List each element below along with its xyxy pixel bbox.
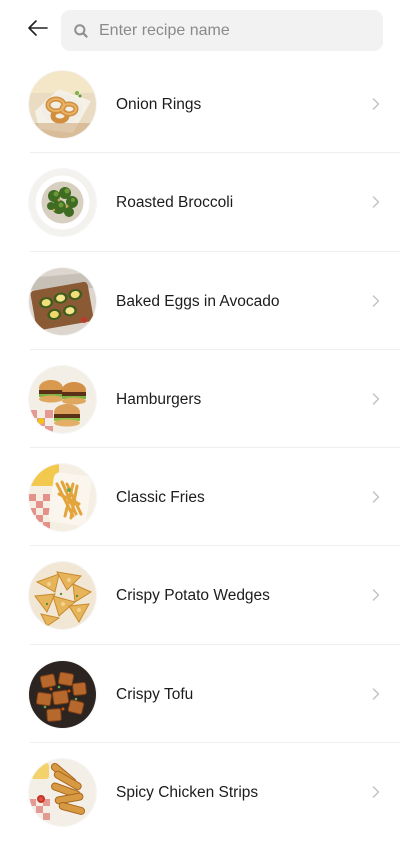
recipe-thumbnail <box>29 759 96 827</box>
recipe-thumbnail <box>29 267 96 335</box>
chevron-right-icon <box>372 196 380 209</box>
search-bar[interactable] <box>61 10 383 51</box>
recipe-list-item[interactable]: Spicy Chicken Strips <box>0 743 400 841</box>
recipe-list-item[interactable]: Onion Rings <box>0 55 400 154</box>
top-bar <box>0 0 400 60</box>
search-input[interactable] <box>99 10 375 51</box>
chevron-right-icon <box>372 294 380 307</box>
recipe-list: Onion Rings Roasted Broccoli Baked Eggs … <box>0 55 400 841</box>
chevron-right-icon <box>372 589 380 602</box>
recipe-list-item[interactable]: Crispy Tofu <box>0 645 400 744</box>
recipe-list-item[interactable]: Baked Eggs in Avocado <box>0 252 400 350</box>
recipe-name: Onion Rings <box>116 96 202 113</box>
chevron-right-icon <box>372 786 380 798</box>
recipe-name: Crispy Tofu <box>116 685 194 703</box>
chevron-right-icon <box>372 491 380 503</box>
recipe-name: Baked Eggs in Avocado <box>116 292 280 310</box>
recipe-list-item[interactable]: Roasted Broccoli <box>0 153 400 252</box>
recipe-name: Classic Fries <box>116 489 205 507</box>
recipe-thumbnail <box>29 71 96 138</box>
recipe-thumbnail <box>29 169 96 237</box>
recipe-thumbnail <box>29 660 96 728</box>
recipe-name: Spicy Chicken Strips <box>116 784 259 802</box>
arrow-left-icon <box>28 20 48 36</box>
recipe-thumbnail <box>29 365 96 433</box>
recipe-list-item[interactable]: Crispy Potato Wedges <box>0 546 400 645</box>
recipe-list-item[interactable]: Classic Fries <box>0 448 400 547</box>
chevron-right-icon <box>372 393 380 405</box>
back-button[interactable] <box>24 14 52 42</box>
recipe-name: Crispy Potato Wedges <box>116 587 270 605</box>
search-icon <box>74 24 88 38</box>
recipe-list-item[interactable]: Hamburgers <box>0 350 400 449</box>
recipe-name: Hamburgers <box>116 390 202 408</box>
chevron-right-icon <box>372 98 380 110</box>
chevron-right-icon <box>372 688 380 700</box>
recipe-thumbnail <box>29 562 96 630</box>
recipe-name: Roasted Broccoli <box>116 194 234 212</box>
recipe-thumbnail <box>29 464 96 532</box>
